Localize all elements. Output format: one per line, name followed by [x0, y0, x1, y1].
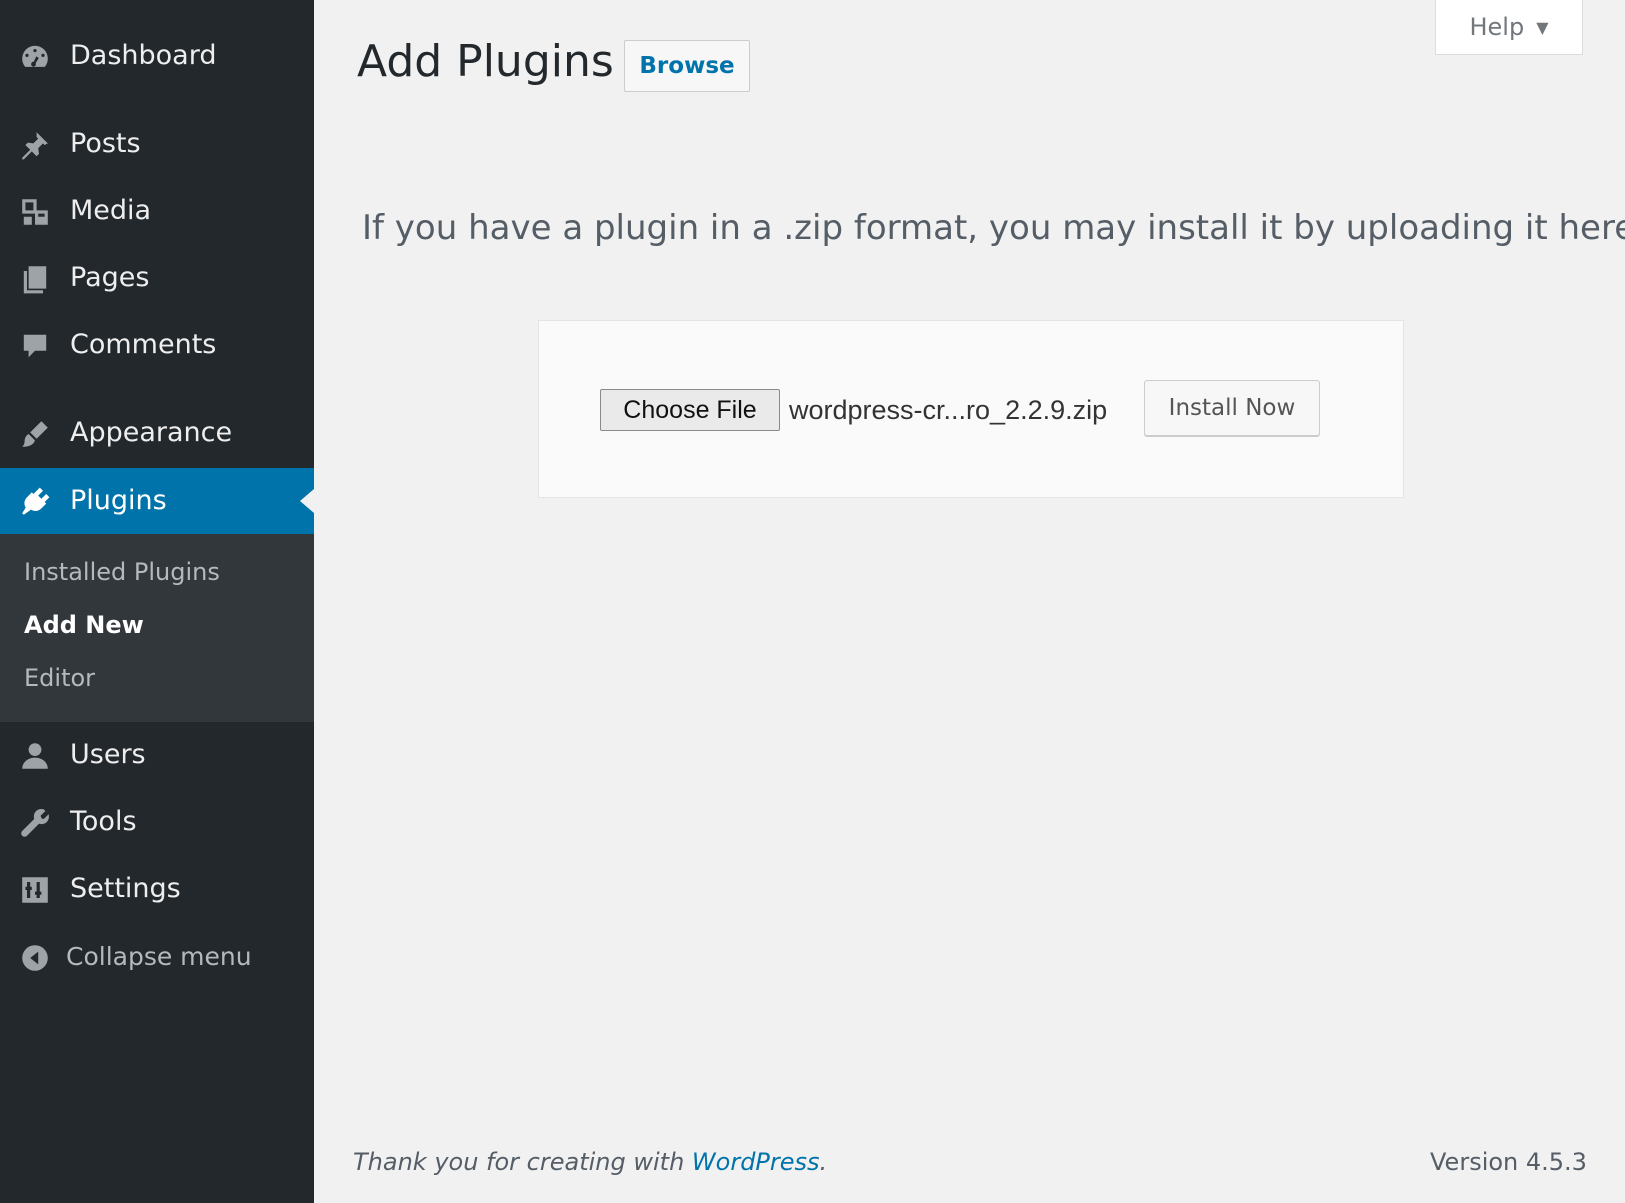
browse-button[interactable]: Browse: [624, 40, 750, 92]
choose-file-button[interactable]: Choose File: [600, 389, 780, 431]
admin-sidebar: Dashboard Posts Media Pages Comments App…: [0, 0, 314, 1203]
sidebar-item-label: Comments: [70, 329, 217, 360]
collapse-menu-label: Collapse menu: [66, 942, 252, 971]
media-icon: [18, 195, 52, 229]
sidebar-item-label: Dashboard: [70, 40, 217, 71]
sidebar-item-pages[interactable]: Pages: [0, 245, 314, 311]
sidebar-item-appearance[interactable]: Appearance: [0, 400, 314, 466]
sidebar-item-label: Posts: [70, 128, 141, 159]
help-label: Help: [1469, 13, 1525, 41]
submenu-item-installed-plugins[interactable]: Installed Plugins: [24, 558, 220, 586]
footer-thanks-suffix: .: [819, 1148, 828, 1176]
pushpin-icon: [18, 128, 52, 162]
sidebar-item-settings[interactable]: Settings: [0, 856, 314, 922]
pages-icon: [18, 262, 52, 296]
paintbrush-icon: [18, 417, 52, 451]
sidebar-item-tools[interactable]: Tools: [0, 789, 314, 855]
sidebar-item-dashboard[interactable]: Dashboard: [0, 23, 314, 89]
upload-instructions: If you have a plugin in a .zip format, y…: [362, 208, 1625, 248]
wordpress-link[interactable]: WordPress: [692, 1148, 820, 1176]
plugins-submenu: Installed Plugins Add New Editor: [0, 534, 314, 722]
user-icon: [18, 739, 52, 773]
sidebar-item-media[interactable]: Media: [0, 178, 314, 244]
sidebar-item-label: Media: [70, 195, 152, 226]
caret-down-icon: ▼: [1536, 17, 1549, 37]
sidebar-item-label: Pages: [70, 262, 150, 293]
collapse-arrow-icon: [18, 941, 52, 975]
wrench-icon: [18, 806, 52, 840]
comment-bubble-icon: [18, 329, 52, 363]
page-title: Add Plugins: [357, 36, 614, 87]
install-now-button[interactable]: Install Now: [1144, 380, 1320, 436]
sliders-icon: [18, 873, 52, 907]
sidebar-item-comments[interactable]: Comments: [0, 312, 314, 378]
footer-thanks-prefix: Thank you for creating with: [353, 1148, 692, 1176]
sidebar-item-label: Tools: [70, 806, 137, 837]
plug-icon: [18, 485, 52, 519]
footer-version: Version 4.5.3: [1430, 1148, 1587, 1176]
sidebar-item-label: Appearance: [70, 417, 233, 448]
sidebar-item-plugins[interactable]: Plugins: [0, 468, 314, 534]
dashboard-icon: [18, 40, 52, 74]
sidebar-item-label: Settings: [70, 873, 181, 904]
footer-thanks: Thank you for creating with WordPress.: [353, 1148, 827, 1176]
sidebar-item-posts[interactable]: Posts: [0, 111, 314, 177]
sidebar-item-label: Plugins: [70, 485, 167, 516]
help-tab-button[interactable]: Help ▼: [1435, 0, 1583, 55]
sidebar-item-label: Users: [70, 739, 146, 770]
collapse-menu-button[interactable]: Collapse menu: [0, 924, 314, 990]
submenu-item-add-new[interactable]: Add New: [24, 611, 144, 639]
sidebar-item-users[interactable]: Users: [0, 722, 314, 788]
selected-file-name: wordpress-cr...ro_2.2.9.zip: [789, 395, 1108, 425]
submenu-item-editor[interactable]: Editor: [24, 664, 95, 692]
